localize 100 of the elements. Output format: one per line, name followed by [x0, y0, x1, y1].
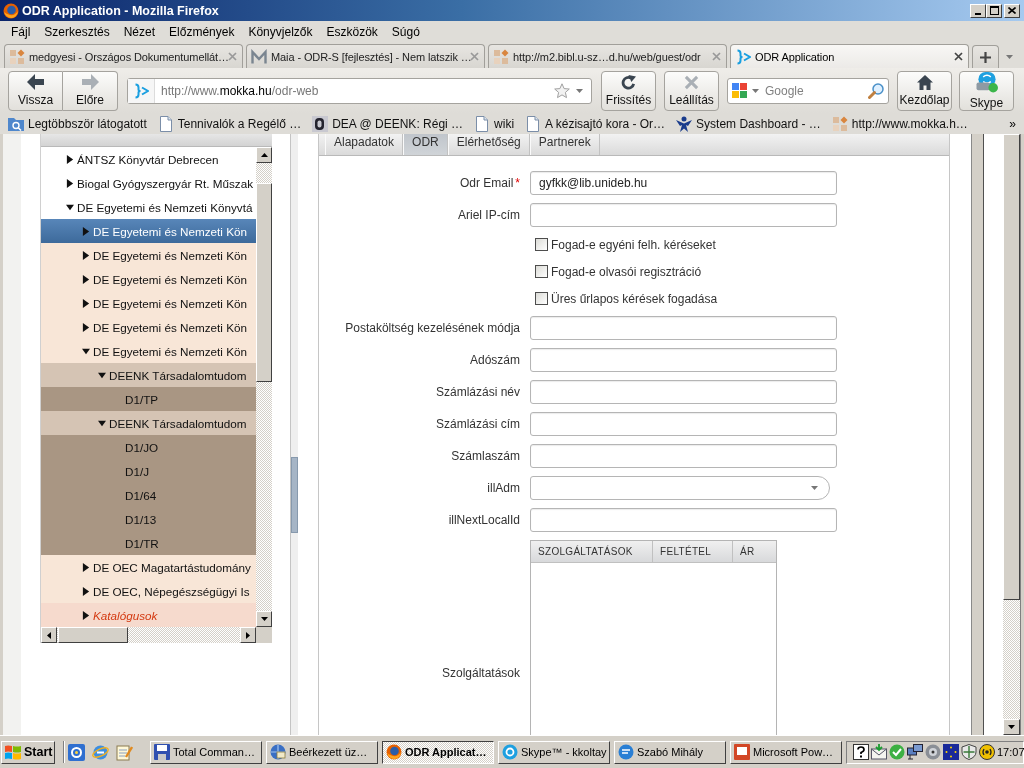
globe-icon[interactable] — [92, 743, 109, 761]
taskbar-button[interactable]: ODR Applicat… — [382, 740, 494, 764]
vertical-scrollbar[interactable] — [256, 147, 272, 627]
taskbar-button[interactable]: Total Comman… — [150, 740, 262, 764]
form-tab[interactable]: Elérhetőség — [447, 134, 530, 155]
menu-item[interactable]: Fájl — [4, 25, 38, 39]
triangle-right-icon[interactable] — [66, 178, 74, 188]
triangle-right-icon[interactable] — [82, 274, 90, 284]
checkbox[interactable] — [535, 238, 548, 251]
triangle-right-icon[interactable] — [82, 322, 90, 332]
splitter-bar[interactable] — [971, 134, 984, 735]
reload-button[interactable]: Frissítés — [601, 70, 656, 111]
bookmark-item[interactable]: Legtöbbször látogatott — [8, 115, 147, 132]
input-field[interactable] — [530, 412, 837, 436]
menu-item[interactable]: Eszközök — [319, 25, 385, 39]
column-header[interactable]: ÁR — [733, 541, 776, 562]
triangle-right-icon[interactable] — [82, 250, 90, 260]
close-icon[interactable] — [954, 52, 963, 61]
help-icon[interactable] — [853, 744, 869, 760]
scroll-left-button[interactable] — [41, 627, 57, 643]
triangle-down-icon[interactable] — [98, 370, 106, 380]
tree-item[interactable]: D1/13 — [41, 507, 256, 531]
triangle-right-icon[interactable] — [82, 610, 90, 620]
form-tab[interactable]: ODR — [403, 134, 448, 155]
dropdown-field[interactable] — [530, 476, 830, 500]
scroll-down-button[interactable] — [1003, 719, 1020, 735]
caret-icon[interactable] — [576, 88, 583, 93]
input-field[interactable] — [530, 316, 837, 340]
menu-item[interactable]: Szerkesztés — [37, 25, 117, 39]
tree-item[interactable]: Katalógusok — [41, 603, 256, 627]
bookmark-item[interactable]: A kézisajtó kora - Or… — [525, 115, 666, 132]
back-button[interactable]: Vissza — [8, 70, 63, 111]
vertical-scrollbar[interactable] — [1003, 134, 1020, 735]
scroll-down-button[interactable] — [256, 611, 272, 627]
close-button[interactable] — [1004, 3, 1020, 18]
overflow-button[interactable]: » — [1007, 116, 1018, 131]
menu-item[interactable]: Nézet — [116, 25, 163, 39]
horizontal-scrollbar[interactable] — [41, 627, 256, 643]
tree-item[interactable]: DE Egyetemi és Nemzeti Kön — [41, 339, 256, 363]
bookmark-item[interactable]: DEA @ DEENK: Régi … — [312, 115, 464, 132]
caret-icon[interactable] — [752, 88, 759, 93]
input-field[interactable] — [530, 444, 837, 468]
scroll-right-button[interactable] — [240, 627, 256, 643]
scrollbar-thumb[interactable] — [291, 457, 298, 533]
input-field[interactable] — [530, 348, 837, 372]
browser-tab[interactable]: http://m2.bibl.u-sz…d.hu/web/guest/odr — [488, 44, 727, 68]
signal-icon[interactable] — [979, 744, 995, 760]
tree-item[interactable]: DE Egyetemi és Nemzeti Kön — [41, 291, 256, 315]
address-field[interactable]: http://www.mokka.hu/odr-web — [127, 77, 592, 104]
bookmark-item[interactable]: wiki — [474, 115, 515, 132]
input-field[interactable] — [530, 203, 837, 227]
taskbar-button[interactable]: Microsoft Pow… — [730, 740, 842, 764]
tree-item[interactable]: D1/J — [41, 459, 256, 483]
star-icon[interactable] — [554, 82, 570, 99]
browser-tab[interactable]: ODR Application — [730, 44, 969, 68]
browser-tab[interactable]: Maia - ODR-S [fejlesztés] - Nem latszik … — [246, 44, 485, 68]
minimize-button[interactable] — [970, 3, 986, 18]
new-tab-button[interactable] — [972, 45, 999, 68]
tree-item[interactable]: DE Egyetemi és Nemzeti Kön — [41, 267, 256, 291]
browser-tab[interactable]: medgyesi - Országos Dokumentumellát… — [4, 44, 243, 68]
taskbar-button[interactable]: Szabó Mihály — [614, 740, 726, 764]
menu-item[interactable]: Könyvjelzők — [241, 25, 320, 39]
ring-icon[interactable] — [68, 743, 85, 761]
taskbar-button[interactable]: Skype™ - kkoltay — [498, 740, 610, 764]
tree-item[interactable]: DE OEC, Népegészségügyi Is — [41, 579, 256, 603]
tree-item[interactable]: DE Egyetemi és Nemzeti Kön — [41, 315, 256, 339]
menu-item[interactable]: Előzmények — [162, 25, 242, 39]
input-field[interactable] — [530, 508, 837, 532]
triangle-down-icon[interactable] — [66, 202, 74, 212]
menu-item[interactable]: Súgó — [384, 25, 427, 39]
square-icon[interactable] — [943, 744, 959, 760]
caret-icon[interactable] — [811, 486, 818, 490]
triangle-right-icon[interactable] — [82, 586, 90, 596]
tree-item[interactable]: DEENK Társadalomtudom — [41, 411, 256, 435]
input-field[interactable]: gyfkk@lib.unideb.hu — [530, 171, 837, 195]
triangle-right-icon[interactable] — [82, 298, 90, 308]
taskbar-button[interactable]: Beérkezett üz… — [266, 740, 378, 764]
caret-icon[interactable] — [1005, 54, 1013, 59]
scroll-up-button[interactable] — [256, 147, 272, 163]
tree-item[interactable]: DE OEC Magatartástudomány — [41, 555, 256, 579]
tree-item[interactable]: DEENK Társadalomtudom — [41, 363, 256, 387]
vertical-scrollbar[interactable] — [290, 134, 298, 735]
tree-item[interactable]: D1/JO — [41, 435, 256, 459]
column-header[interactable]: FELTÉTEL — [653, 541, 733, 562]
check-icon[interactable] — [889, 744, 905, 760]
envelope-icon[interactable] — [871, 744, 887, 760]
triangle-right-icon[interactable] — [82, 562, 90, 572]
shield-icon[interactable] — [961, 744, 977, 760]
tree-item[interactable]: D1/TP — [41, 387, 256, 411]
bookmark-item[interactable]: System Dashboard - … — [676, 115, 821, 132]
column-header[interactable]: SZOLGÁLTATÁSOK — [531, 541, 653, 562]
start-button[interactable]: Start — [1, 740, 55, 764]
checkbox[interactable] — [535, 265, 548, 278]
maximize-button[interactable] — [986, 3, 1002, 18]
tree-item[interactable]: D1/TR — [41, 531, 256, 555]
monitor-icon[interactable] — [907, 744, 923, 760]
tree-item[interactable]: DE Egyetemi és Nemzeti Kön — [41, 243, 256, 267]
tree-item[interactable]: DE Egyetemi és Nemzeti Kön — [41, 219, 256, 243]
input-field[interactable] — [530, 380, 837, 404]
search-icon[interactable] — [868, 82, 884, 99]
